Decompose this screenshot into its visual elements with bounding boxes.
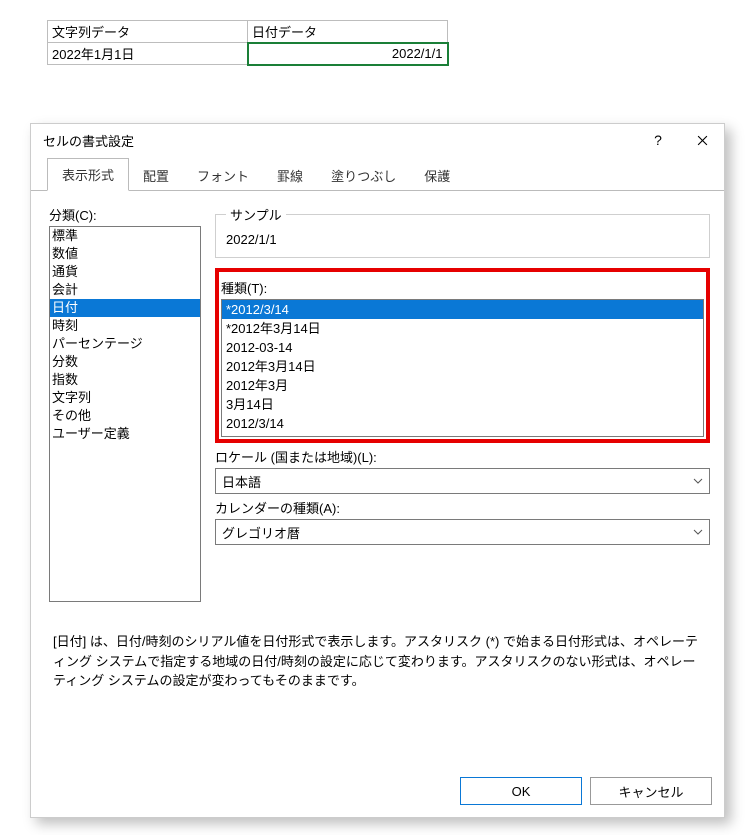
category-item[interactable]: 通貨 bbox=[50, 263, 200, 281]
type-item[interactable]: 2012-03-14 bbox=[222, 338, 703, 357]
type-item[interactable]: 3月14日 bbox=[222, 395, 703, 414]
type-item[interactable]: 2012年3月 bbox=[222, 376, 703, 395]
category-item[interactable]: 分数 bbox=[50, 353, 200, 371]
category-item[interactable]: 日付 bbox=[50, 299, 200, 317]
cell-header-date[interactable]: 日付データ bbox=[248, 21, 448, 43]
cell-header-text[interactable]: 文字列データ bbox=[48, 21, 248, 43]
sample-value: 2022/1/1 bbox=[226, 232, 699, 247]
type-item[interactable]: *2012/3/14 bbox=[222, 300, 703, 319]
cell-value-date-selected[interactable]: 2022/1/1 bbox=[248, 43, 448, 65]
locale-select[interactable]: 日本語 bbox=[215, 468, 710, 494]
tab-font[interactable]: フォント bbox=[183, 160, 263, 191]
calendar-label: カレンダーの種類(A): bbox=[215, 498, 710, 517]
tab-number-format[interactable]: 表示形式 bbox=[47, 158, 129, 191]
calendar-select[interactable]: グレゴリオ暦 bbox=[215, 519, 710, 545]
spreadsheet-snippet: 文字列データ 日付データ 2022年1月1日 2022/1/1 bbox=[47, 20, 449, 66]
format-cells-dialog: セルの書式設定 ? 表示形式 配置 フォント 罫線 塗りつぶし 保護 分類(C)… bbox=[30, 123, 725, 818]
sample-label: サンプル bbox=[226, 205, 286, 224]
type-item[interactable]: 2012/3/14 bbox=[222, 414, 703, 433]
category-item[interactable]: 指数 bbox=[50, 371, 200, 389]
chevron-down-icon bbox=[693, 525, 703, 540]
format-description: [日付] は、日付/時刻のシリアル値を日付形式で表示します。アスタリスク (*)… bbox=[53, 632, 698, 691]
calendar-value: グレゴリオ暦 bbox=[222, 523, 300, 542]
tab-alignment[interactable]: 配置 bbox=[129, 160, 183, 191]
locale-label: ロケール (国または地域)(L): bbox=[215, 447, 710, 466]
dialog-titlebar: セルの書式設定 ? bbox=[31, 124, 724, 156]
chevron-down-icon bbox=[693, 474, 703, 489]
sample-group: サンプル 2022/1/1 bbox=[215, 205, 710, 258]
category-label: 分類(C): bbox=[49, 205, 201, 224]
cell-value-text[interactable]: 2022年1月1日 bbox=[48, 43, 248, 65]
tab-strip: 表示形式 配置 フォント 罫線 塗りつぶし 保護 bbox=[31, 156, 724, 191]
close-button[interactable] bbox=[680, 124, 724, 156]
cancel-button[interactable]: キャンセル bbox=[590, 777, 712, 805]
ok-button[interactable]: OK bbox=[460, 777, 582, 805]
category-item[interactable]: 文字列 bbox=[50, 389, 200, 407]
category-listbox[interactable]: 標準数値通貨会計日付時刻パーセンテージ分数指数文字列その他ユーザー定義 bbox=[49, 226, 201, 602]
category-item[interactable]: 標準 bbox=[50, 227, 200, 245]
help-button[interactable]: ? bbox=[636, 124, 680, 156]
type-item[interactable]: *2012年3月14日 bbox=[222, 319, 703, 338]
category-item[interactable]: パーセンテージ bbox=[50, 335, 200, 353]
tab-protection[interactable]: 保護 bbox=[410, 160, 464, 191]
locale-value: 日本語 bbox=[222, 472, 261, 491]
category-item[interactable]: 時刻 bbox=[50, 317, 200, 335]
type-item[interactable]: 2012年3月14日 bbox=[222, 357, 703, 376]
tab-border[interactable]: 罫線 bbox=[263, 160, 317, 191]
type-listbox[interactable]: *2012/3/14*2012年3月14日2012-03-142012年3月14… bbox=[221, 299, 704, 437]
category-item[interactable]: 数値 bbox=[50, 245, 200, 263]
dialog-footer: OK キャンセル bbox=[460, 777, 712, 805]
category-item[interactable]: ユーザー定義 bbox=[50, 425, 200, 443]
dialog-title: セルの書式設定 bbox=[43, 131, 636, 150]
close-icon bbox=[697, 135, 708, 146]
type-section-highlight: 種類(T): *2012/3/14*2012年3月14日2012-03-1420… bbox=[215, 268, 710, 443]
type-label: 種類(T): bbox=[221, 278, 704, 297]
category-item[interactable]: 会計 bbox=[50, 281, 200, 299]
category-item[interactable]: その他 bbox=[50, 407, 200, 425]
tab-fill[interactable]: 塗りつぶし bbox=[317, 160, 410, 191]
